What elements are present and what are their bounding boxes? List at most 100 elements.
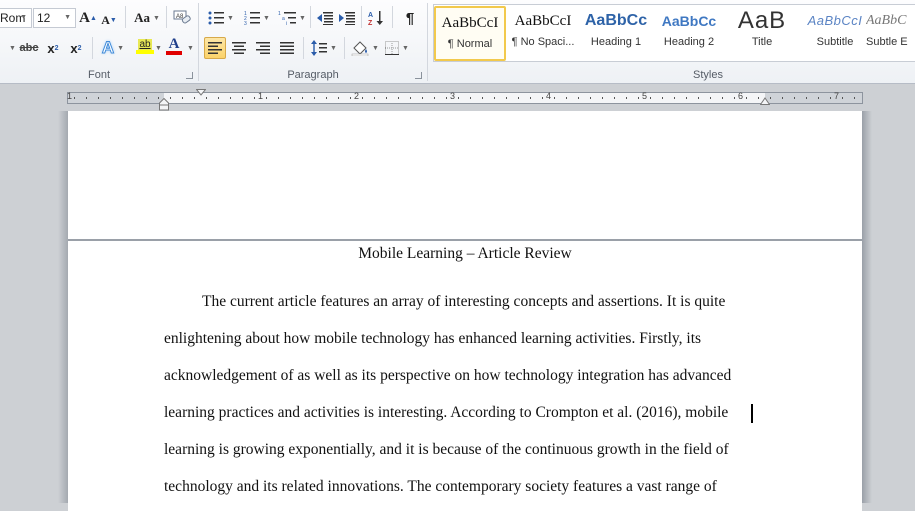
bullets-button[interactable]: ▼ xyxy=(205,8,237,28)
ruler-tick xyxy=(470,97,471,99)
font-name-combo[interactable]: Rom ▼ xyxy=(0,8,32,28)
styles-group: Styles xyxy=(428,0,915,84)
ruler-tick xyxy=(302,97,303,99)
chevron-down-icon[interactable]: ▼ xyxy=(20,9,27,27)
horizontal-ruler[interactable]: 1 1 2 3 4 5 6 7 xyxy=(67,91,863,104)
paragraph-group: ▼ 1 2 3 ▼ 1 a i ▼ AZ ¶ ▼ ▼ ▼ Paragraph xyxy=(199,0,427,84)
ruler-tick xyxy=(278,97,279,99)
svg-text:A: A xyxy=(368,12,373,19)
decrease-indent-button[interactable] xyxy=(315,8,335,28)
svg-text:Z: Z xyxy=(368,20,373,26)
font-color-button[interactable]: A xyxy=(164,36,184,56)
ruler-tick xyxy=(842,97,843,99)
multilevel-list-button[interactable]: 1 a i ▼ xyxy=(277,8,307,28)
font-color-bar xyxy=(166,51,182,55)
paragraph-line[interactable]: learning practices and activities is int… xyxy=(164,404,728,422)
text-effects-button[interactable]: A ▼ xyxy=(99,38,127,58)
paragraph-line[interactable]: enlightening about how mobile technology… xyxy=(164,330,701,348)
ruler-tick xyxy=(638,97,639,99)
highlight-color-bar xyxy=(136,49,154,54)
ruler-tick xyxy=(398,97,399,99)
divider xyxy=(125,6,126,28)
font-group-label: Font xyxy=(87,69,110,81)
ruler-tick xyxy=(254,97,255,99)
ruler-tick xyxy=(602,97,603,99)
ruler-tick xyxy=(590,97,591,99)
ruler-tick xyxy=(362,97,363,99)
subscript-icon: x xyxy=(47,40,55,56)
strikethrough-button[interactable]: abc xyxy=(18,38,40,58)
ruler-tick xyxy=(710,97,711,99)
paragraph-line[interactable]: The current article features an array of… xyxy=(202,293,725,311)
line-spacing-button[interactable]: ▼ xyxy=(309,38,339,58)
ruler-tick xyxy=(482,97,483,99)
svg-text:3: 3 xyxy=(244,21,247,25)
chevron-down-icon[interactable]: ▼ xyxy=(9,45,16,52)
font-size-combo[interactable]: 12 ▼ xyxy=(33,8,76,28)
show-formatting-marks-button[interactable]: ¶ xyxy=(400,8,420,28)
ruler-tick xyxy=(662,97,663,99)
ruler-tick xyxy=(134,97,135,99)
ruler-number: 3 xyxy=(450,91,456,101)
ruler-tick xyxy=(218,97,219,99)
right-indent-marker[interactable] xyxy=(760,97,770,105)
ruler-number: 6 xyxy=(738,91,744,101)
paragraph-line[interactable]: learning is growing exponentially, and i… xyxy=(164,441,729,459)
ruler-tick xyxy=(674,97,675,99)
chevron-down-icon[interactable]: ▼ xyxy=(155,45,162,52)
clear-formatting-icon: A8 xyxy=(173,10,191,24)
ruler-number: 2 xyxy=(354,91,360,101)
chevron-down-icon[interactable]: ▼ xyxy=(187,45,194,52)
ruler-number: 1 xyxy=(258,91,264,101)
subscript-button[interactable]: x2 xyxy=(44,38,62,58)
paragraph-line[interactable]: acknowledgement of as well as its perspe… xyxy=(164,367,731,385)
font-size-value: 12 xyxy=(37,11,51,25)
align-left-button[interactable] xyxy=(204,37,226,59)
ruler-tick xyxy=(518,97,519,99)
ruler-tick xyxy=(770,97,771,99)
sort-button[interactable]: AZ xyxy=(365,8,387,28)
paragraph-line[interactable]: technology and its related innovations. … xyxy=(164,478,717,496)
ruler-tick xyxy=(230,97,231,99)
justify-button[interactable] xyxy=(276,38,298,58)
clear-formatting-button[interactable]: A8 xyxy=(172,8,192,28)
highlight-icon: ab xyxy=(138,38,152,50)
ruler-tick xyxy=(530,97,531,99)
borders-button[interactable]: ▼ xyxy=(383,38,411,58)
ribbon: Rom ▼ 12 ▼ A ▲ A ▼ Aa ▼ A8 ▼ abc x2 x2 A… xyxy=(0,0,915,84)
ruler-tick xyxy=(734,97,735,99)
ruler-tick xyxy=(266,97,267,99)
ruler-tick xyxy=(554,97,555,99)
align-center-button[interactable] xyxy=(228,38,250,58)
ruler-tick xyxy=(854,97,855,99)
sort-icon: AZ xyxy=(368,11,383,26)
dialog-launcher-icon[interactable] xyxy=(415,72,422,79)
document-title[interactable]: Mobile Learning – Article Review xyxy=(68,245,862,263)
left-indent-marker[interactable] xyxy=(159,98,169,111)
dialog-launcher-icon[interactable] xyxy=(186,72,193,79)
increase-indent-button[interactable] xyxy=(337,8,357,28)
chevron-down-icon[interactable]: ▼ xyxy=(64,9,71,27)
grow-font-button[interactable]: A ▲ xyxy=(79,8,97,28)
ruler-tick xyxy=(314,97,315,99)
ruler-tick xyxy=(782,97,783,99)
ruler-number: 7 xyxy=(834,91,840,101)
ruler-tick xyxy=(146,97,147,99)
font-color-icon: A xyxy=(168,36,180,52)
superscript-button[interactable]: x2 xyxy=(67,38,85,58)
ruler-number: 1 xyxy=(67,91,73,101)
svg-text:1: 1 xyxy=(278,11,281,17)
first-line-indent-marker[interactable] xyxy=(196,89,206,96)
numbering-button[interactable]: 1 2 3 ▼ xyxy=(241,8,273,28)
divider xyxy=(166,6,167,28)
ruler-tick xyxy=(422,97,423,99)
shading-button[interactable]: ▼ xyxy=(351,38,379,58)
change-case-button[interactable]: Aa ▼ xyxy=(133,8,161,28)
ruler-tick xyxy=(434,97,435,99)
align-center-icon xyxy=(232,42,246,54)
ruler-tick xyxy=(110,97,111,99)
align-right-button[interactable] xyxy=(252,38,274,58)
ruler-tick xyxy=(374,97,375,99)
shrink-font-button[interactable]: A ▼ xyxy=(101,10,117,30)
ruler-tick xyxy=(698,97,699,99)
